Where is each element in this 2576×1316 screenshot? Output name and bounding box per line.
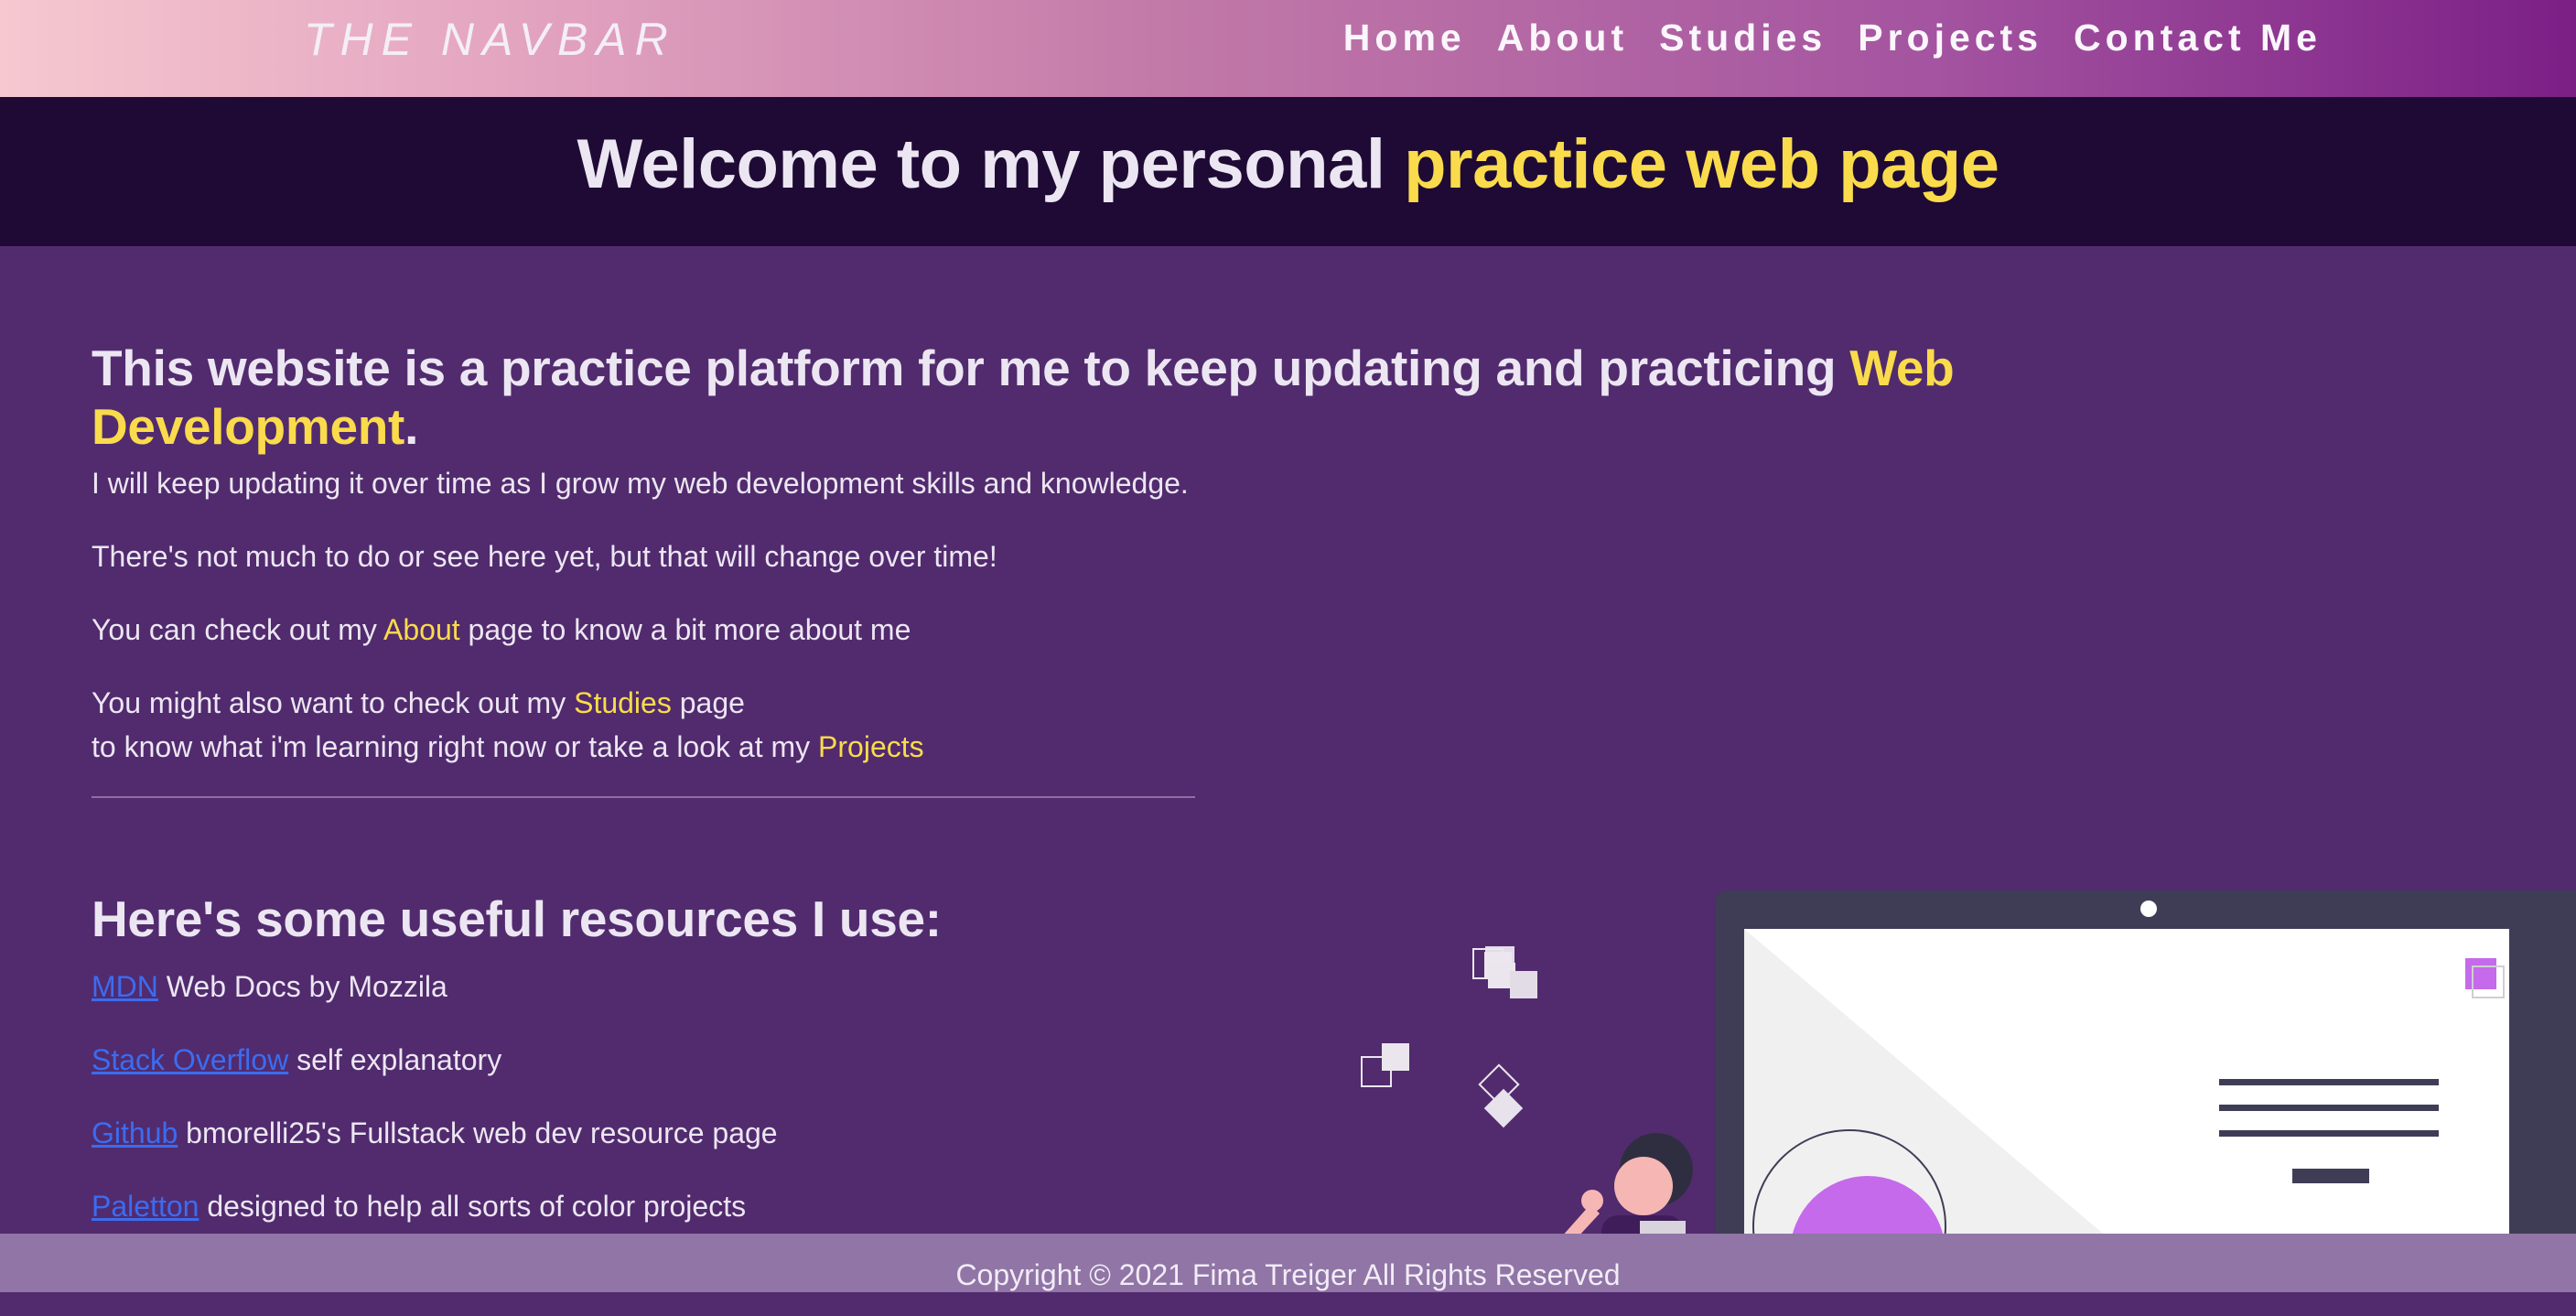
intro-paragraph-2: There's not much to do or see here yet, …: [92, 540, 997, 573]
stack-overflow-link[interactable]: Stack Overflow: [92, 1043, 288, 1076]
nav-link-contact[interactable]: Contact Me: [2074, 16, 2322, 59]
resource-description: self explanatory: [288, 1043, 502, 1076]
navbar: THE NAVBAR Home About Studies Projects C…: [0, 0, 2576, 97]
hero-illustration: [1327, 879, 2576, 1316]
illustration-svg: [1361, 890, 2576, 1316]
intro-heading-end: .: [404, 398, 419, 455]
copyright-text: Copyright © 2021 Fima Treiger All Rights…: [955, 1258, 1621, 1291]
resource-item: MDN Web Docs by Mozzila: [92, 966, 447, 1007]
resource-item: Paletton designed to help all sorts of c…: [92, 1186, 746, 1226]
hero-title-plain: Welcome to my personal: [577, 125, 1405, 203]
p3-text-before: You can check out my: [92, 613, 384, 646]
resource-item: Stack Overflow self explanatory: [92, 1040, 501, 1080]
resource-item: Github bmorelli25's Fullstack web dev re…: [92, 1113, 778, 1153]
p4-text-before: You might also want to check out my: [92, 686, 575, 719]
nav-link-about[interactable]: About: [1497, 16, 1628, 59]
resource-description: designed to help all sorts of color proj…: [199, 1190, 747, 1223]
hero-banner: Welcome to my personal practice web page: [0, 97, 2576, 246]
floating-squares: [1361, 946, 1537, 1128]
laptop-illustration: [1716, 890, 2576, 1316]
mdn-link[interactable]: MDN: [92, 970, 158, 1003]
paletton-link[interactable]: Paletton: [92, 1190, 199, 1223]
resource-description: Web Docs by Mozzila: [157, 970, 447, 1003]
main-content: This website is a practice platform for …: [92, 339, 2288, 1223]
studies-link[interactable]: Studies: [574, 686, 672, 719]
intro-heading: This website is a practice platform for …: [92, 339, 2288, 456]
navbar-brand[interactable]: THE NAVBAR: [304, 13, 676, 66]
square-5: [1510, 971, 1537, 998]
resource-description: bmorelli25's Fullstack web dev resource …: [178, 1116, 778, 1149]
intro-paragraph-1: I will keep updating it over time as I g…: [92, 467, 1189, 500]
intro-paragraph-3: You can check out my About page to know …: [92, 608, 911, 652]
p4-line2-before: to know what i'm learning right now or t…: [92, 730, 819, 763]
about-link[interactable]: About: [383, 613, 460, 646]
footer: Copyright © 2021 Fima Treiger All Rights…: [0, 1234, 2576, 1292]
hero-title-accent: practice web page: [1404, 125, 1999, 203]
github-link[interactable]: Github: [92, 1116, 178, 1149]
p3-text-after: page to know a bit more about me: [459, 613, 911, 646]
nav-link-projects[interactable]: Projects: [1858, 16, 2042, 59]
nav-link-home[interactable]: Home: [1343, 16, 1466, 59]
hero-title: Welcome to my personal practice web page: [0, 97, 2576, 204]
intro-heading-plain: This website is a practice platform for …: [92, 340, 1850, 396]
person-figure: [1561, 1133, 1693, 1252]
nav-link-studies[interactable]: Studies: [1659, 16, 1827, 59]
section-divider: [92, 796, 1195, 798]
projects-link[interactable]: Projects: [818, 730, 924, 763]
nav-links: Home About Studies Projects Contact Me: [1343, 16, 2322, 59]
resources-heading: Here's some useful resources I use:: [92, 890, 942, 947]
intro-paragraph-4: You might also want to check out my Stud…: [92, 681, 924, 769]
p4-text-after: page: [671, 686, 745, 719]
